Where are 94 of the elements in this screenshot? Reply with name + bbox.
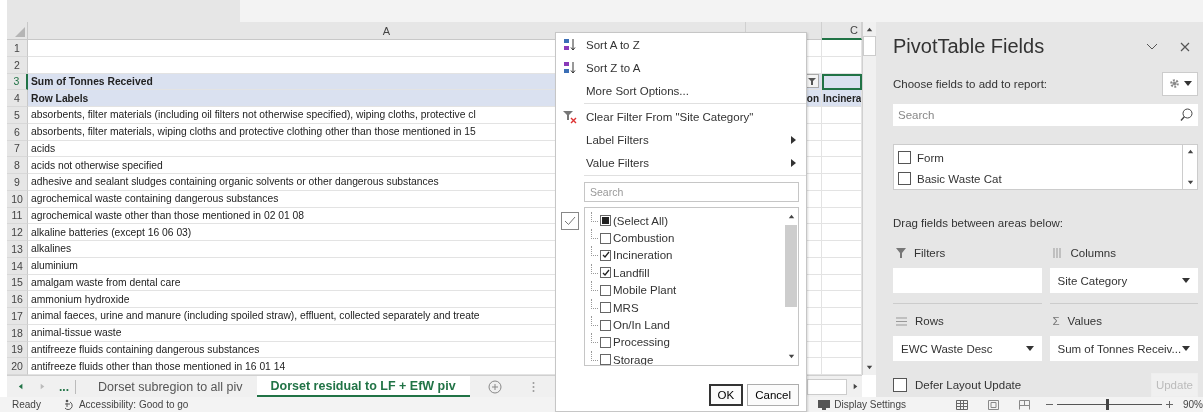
zoom-in-icon[interactable] (1166, 401, 1173, 408)
caret-icon (1025, 346, 1034, 351)
sort-descending-icon (564, 60, 576, 75)
table-cell: Incinera (822, 90, 862, 107)
scroll-down-icon[interactable] (786, 352, 796, 361)
area-label: Values (1067, 315, 1102, 327)
row-number: 8 (7, 157, 28, 174)
row-number: 4 (7, 90, 28, 107)
cancel-button[interactable]: Cancel (747, 384, 799, 406)
check-icon (561, 212, 579, 230)
filter-icon (896, 248, 906, 258)
page-break-icon[interactable] (1019, 399, 1030, 410)
search-icon[interactable] (1180, 108, 1193, 123)
scrollbar-thumb[interactable] (785, 225, 797, 307)
tree-line (591, 316, 598, 327)
ok-button[interactable]: OK (708, 384, 744, 406)
checkbox[interactable] (893, 378, 907, 392)
checkbox[interactable] (600, 319, 611, 331)
triangle-icon (15, 27, 25, 37)
caret-icon (1183, 81, 1192, 87)
scroll-down-icon[interactable] (1185, 178, 1195, 187)
page-layout-icon[interactable] (988, 399, 999, 410)
row-number: 12 (7, 224, 28, 241)
horizontal-scrollbar[interactable] (807, 378, 847, 395)
row-number: 1 (7, 40, 28, 57)
tree-line (591, 211, 598, 222)
checkbox[interactable] (600, 215, 611, 227)
panel-title: PivotTable Fields (893, 35, 1046, 59)
instruction-text: Choose fields to add to report: (893, 77, 1048, 90)
tree-line (591, 229, 598, 240)
gear-icon (1168, 78, 1180, 90)
checkbox[interactable] (600, 336, 611, 348)
zoom-level[interactable]: 90% (1183, 399, 1203, 410)
close-icon[interactable] (1180, 41, 1190, 52)
accessibility-icon[interactable] (62, 399, 75, 410)
checkbox[interactable] (600, 267, 611, 279)
scroll-up-icon[interactable] (865, 25, 874, 34)
scroll-right-icon[interactable] (851, 382, 860, 391)
checkbox-label: Defer Layout Update (915, 379, 1022, 391)
checkbox[interactable] (600, 232, 611, 244)
caret-icon (1182, 278, 1190, 283)
status-text[interactable]: Display Settings (834, 399, 906, 410)
search-field[interactable]: Search (893, 104, 1198, 127)
field-label[interactable]: Basic Waste Cat (917, 172, 1002, 185)
row-number: 17 (7, 308, 28, 325)
instruction-text: Drag fields between areas below: (893, 217, 1065, 231)
scrollbar-thumb[interactable] (863, 36, 876, 56)
settings-button[interactable] (1162, 71, 1198, 96)
display-settings-icon[interactable] (818, 399, 831, 410)
row-number: 9 (7, 174, 28, 191)
tree-line (591, 263, 598, 274)
tree-line (591, 298, 598, 309)
rows-icon (896, 316, 907, 326)
field-dropdown[interactable]: EWC Waste Desc (893, 336, 1042, 361)
area-label: Filters (914, 247, 946, 259)
filter-icon (808, 77, 816, 85)
caret-icon (1182, 346, 1190, 351)
sum-icon: Σ (1052, 315, 1060, 327)
sheet-tab[interactable]: Dorset subregion to all piv (84, 376, 257, 397)
vertical-scrollbar[interactable] (862, 22, 876, 375)
sheet-tab[interactable]: Dorset residual to LF + EfW piv (256, 376, 470, 397)
row-number: 16 (7, 291, 28, 308)
row-number: 5 (7, 107, 28, 124)
tree-line (591, 333, 598, 344)
scroll-down-icon[interactable] (865, 363, 874, 372)
chevron-down-icon[interactable] (1146, 42, 1158, 51)
scroll-up-icon[interactable] (786, 212, 796, 221)
zoom-out-icon[interactable] (1046, 401, 1053, 408)
tree-line (591, 350, 598, 361)
area-label: Rows (915, 315, 944, 327)
checkbox[interactable] (600, 302, 611, 314)
row-number: 13 (7, 241, 28, 258)
clear-filter-icon (563, 109, 577, 124)
checkbox[interactable] (600, 249, 611, 261)
field-label[interactable]: Form (917, 151, 944, 164)
row-number: 20 (7, 358, 28, 375)
tree-line (591, 281, 598, 292)
tree-line (591, 246, 598, 257)
column-header[interactable]: C (822, 22, 862, 40)
columns-icon (1052, 248, 1063, 258)
checkbox[interactable] (898, 172, 911, 186)
checkbox[interactable] (600, 354, 611, 365)
field-dropdown[interactable]: Site Category (1049, 268, 1198, 293)
search-field[interactable]: Search (584, 182, 799, 202)
more-sheets-button[interactable]: ... (59, 379, 76, 394)
normal-view-icon[interactable] (956, 399, 968, 410)
value-label[interactable]: (Select All) (613, 214, 668, 227)
status-text[interactable]: Accessibility: Good to go (78, 399, 189, 410)
sort-ascending-icon (564, 37, 576, 52)
field-dropdown[interactable]: Sum of Tonnes Receiv... (1049, 336, 1198, 361)
checkbox[interactable] (898, 151, 911, 165)
area-label: Columns (1070, 247, 1116, 259)
checkbox[interactable] (600, 284, 611, 296)
status-text: Ready (12, 399, 41, 410)
